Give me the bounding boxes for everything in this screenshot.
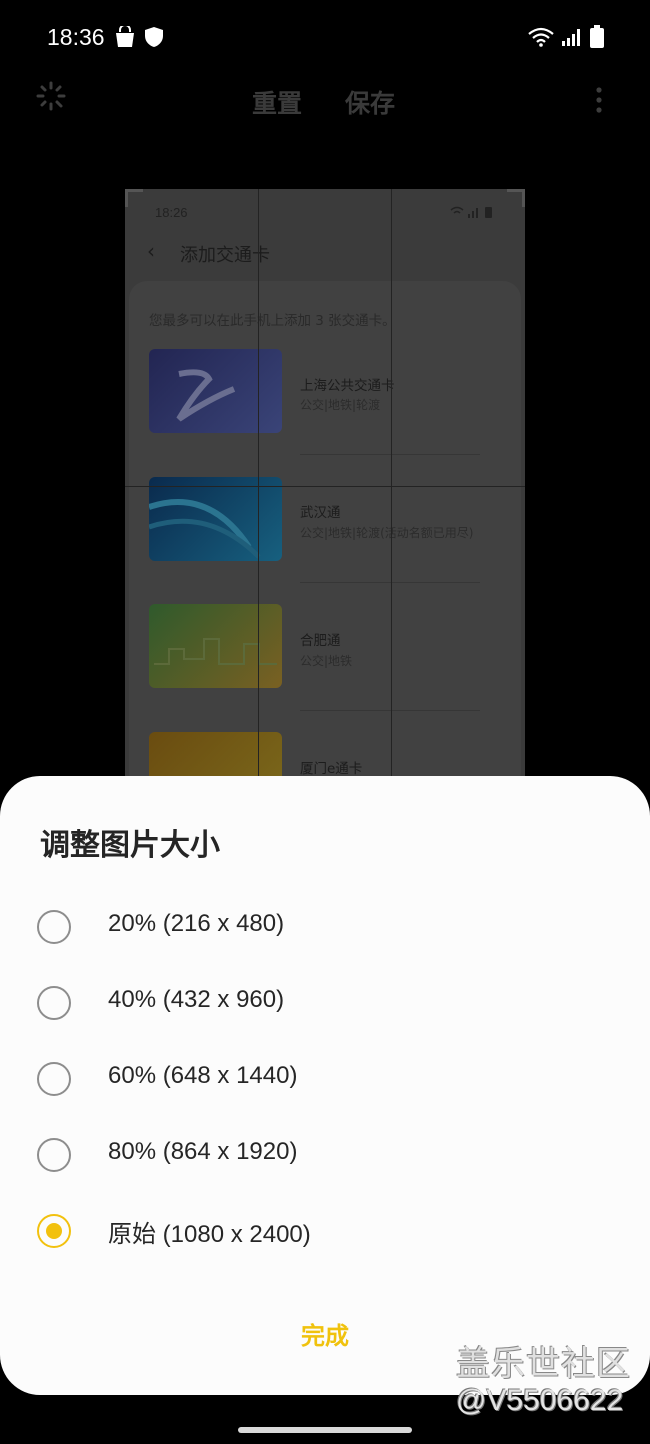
reset-button[interactable]: 重置 [252,84,302,120]
resize-option-40[interactable]: 40% (432 x 960) [0,966,650,1042]
status-time: 18:36 [47,24,105,50]
resize-icon[interactable] [36,81,66,111]
preview-card-name: 厦门e通卡 [300,761,363,776]
crop-handle[interactable] [507,189,525,207]
radio-button[interactable] [37,910,71,944]
save-button[interactable]: 保存 [345,84,395,120]
resize-option-80[interactable]: 80% (864 x 1920) [0,1118,650,1194]
watermark-user-id: @V5506622 [456,1384,624,1417]
signal-icon [562,29,580,46]
crop-grid-line [391,189,392,776]
battery-icon [590,25,604,48]
preview-status-icons [450,206,492,218]
editor-toolbar: 重置 保存 [0,76,650,128]
preview-back-icon: ‹ [147,239,155,263]
resize-image-sheet: 调整图片大小 20% (216 x 480) 40% (432 x 960) 6… [0,776,650,1395]
preview-card-name: 上海公共交通卡 [300,378,395,394]
sheet-title: 调整图片大小 [40,828,220,863]
watermark-community: 盖乐世社区 [456,1344,631,1384]
preview-description: 您最多可以在此手机上添加 3 张交通卡。 [149,313,396,329]
resize-option-20[interactable]: 20% (216 x 480) [0,890,650,966]
preview-card-subtitle: 公交|地铁|轮渡(活动名额已用尽) [300,526,474,540]
preview-card-image [149,604,282,688]
option-label: 20% (216 x 480) [108,910,285,937]
divider [300,582,480,583]
radio-button[interactable] [37,1062,71,1096]
preview-card-name: 武汉通 [300,505,341,521]
card-art [148,499,261,559]
card-art [154,638,277,665]
preview-card-subtitle: 公交|地铁|轮渡 [300,398,381,412]
radio-button[interactable] [37,986,71,1020]
preview-card-image [149,732,282,776]
preview-time: 18:26 [155,205,188,220]
crop-grid-line [258,189,259,776]
crop-handle[interactable] [125,189,143,207]
image-preview: 18:26 ‹ 添加交通卡 您最多可以在此手机上添加 3 张交通卡。 上海公共交… [125,189,525,776]
shopping-bag-icon [116,26,134,47]
preview-card-image [148,477,282,561]
divider [300,710,480,711]
divider [300,454,480,455]
more-options-icon[interactable] [594,86,604,114]
radio-dot [46,1223,62,1239]
option-label: 80% (864 x 1920) [108,1138,298,1165]
wifi-icon [528,27,554,47]
shield-icon [145,27,163,47]
preview-card-image [149,349,282,433]
status-bar: 18:36 [0,0,650,76]
option-label: 60% (648 x 1440) [108,1062,298,1089]
crop-grid-line [125,486,525,487]
radio-button-selected[interactable] [37,1214,71,1248]
preview-card-name: 合肥通 [300,633,341,649]
option-label: 原始 (1080 x 2400) [108,1221,311,1248]
radio-button[interactable] [37,1138,71,1172]
option-label: 40% (432 x 960) [108,986,285,1013]
preview-title: 添加交通卡 [180,245,270,266]
card-art [176,369,236,422]
resize-option-60[interactable]: 60% (648 x 1440) [0,1042,650,1118]
gesture-navigation-handle[interactable] [238,1427,412,1433]
resize-option-original[interactable]: 原始 (1080 x 2400) [0,1194,650,1270]
preview-card-subtitle: 公交|地铁 [300,654,353,668]
